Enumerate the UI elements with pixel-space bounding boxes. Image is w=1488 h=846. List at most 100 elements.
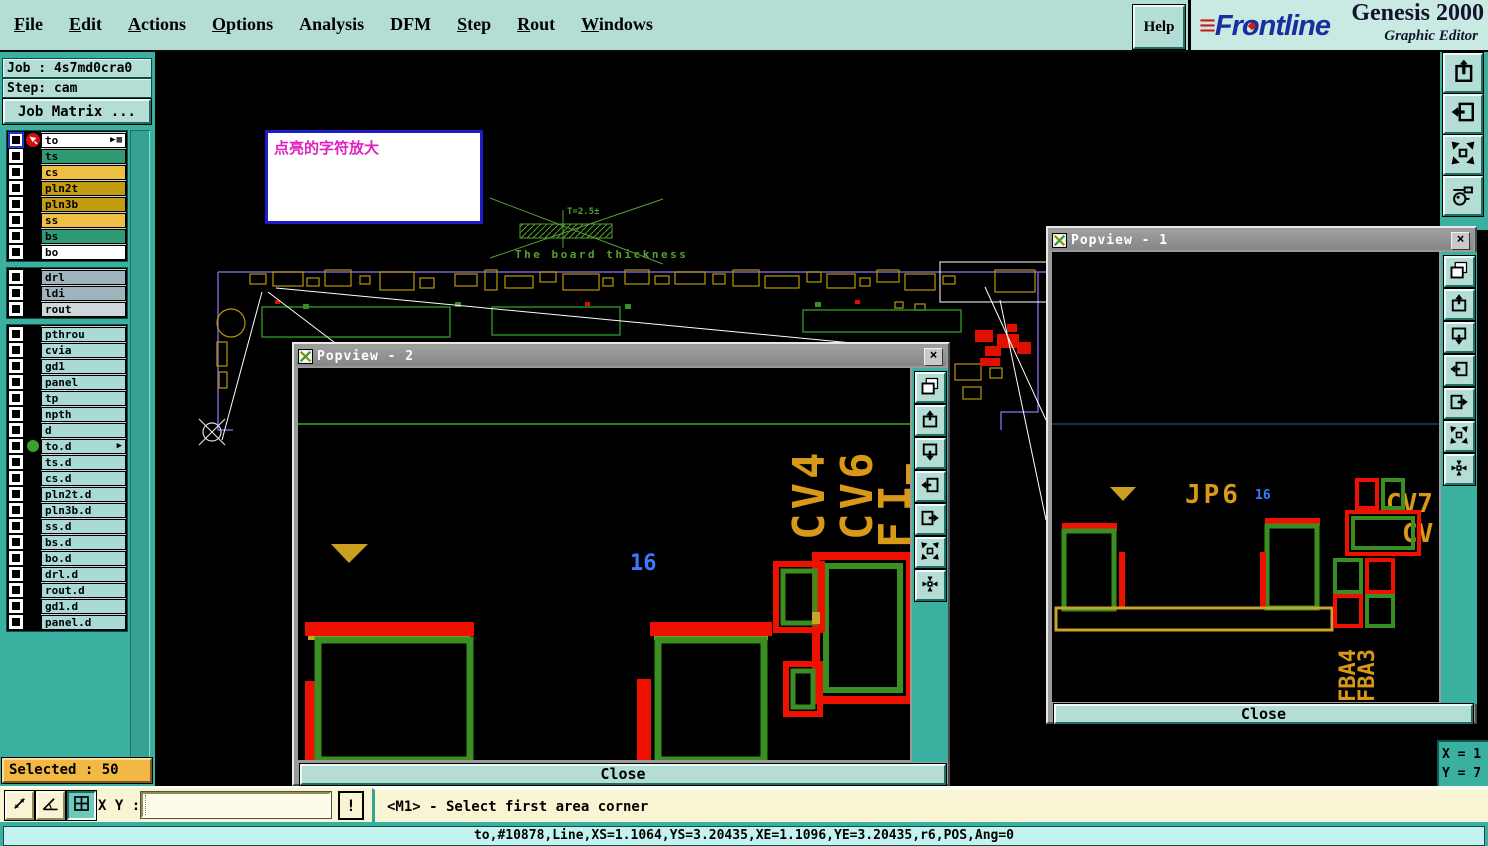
layer-visibility-checkbox[interactable] [9,181,23,195]
close-window-icon[interactable]: × [924,348,943,366]
menu-item-actions[interactable]: Actions [128,14,186,35]
layer-row-pln2t[interactable]: pln2t [8,180,126,196]
layer-visibility-checkbox[interactable] [9,551,23,565]
layer-row-rout[interactable]: rout [8,301,126,317]
layer-visibility-checkbox[interactable] [9,487,23,501]
layer-visibility-checkbox[interactable] [9,165,23,179]
layer-row-ts.d[interactable]: ts.d [8,454,126,470]
pan-up-button[interactable] [914,405,946,436]
menu-item-options[interactable]: Options [212,14,273,35]
layer-row-d[interactable]: d [8,422,126,438]
layer-visibility-checkbox[interactable] [9,455,23,469]
layer-visibility-checkbox[interactable] [9,286,23,300]
menu-item-windows[interactable]: Windows [581,14,653,35]
layer-row-bo.d[interactable]: bo.d [8,550,126,566]
popview-2-titlebar[interactable]: Popview - 2 × [296,346,946,366]
layer-visibility-checkbox[interactable] [9,213,23,227]
popview-1-titlebar[interactable]: Popview - 1 × [1050,230,1473,250]
layer-row-ss.d[interactable]: ss.d [8,518,126,534]
layer-visibility-checkbox[interactable] [9,359,23,373]
expand-button[interactable] [1443,135,1483,175]
pan-up-button[interactable] [1443,289,1475,320]
layer-visibility-checkbox[interactable] [9,407,23,421]
layer-row-bs.d[interactable]: bs.d [8,534,126,550]
job-matrix-button[interactable]: Job Matrix ... [3,99,151,124]
page-up-button[interactable] [1443,53,1483,93]
measure-button[interactable] [5,791,34,820]
menu-item-step[interactable]: Step [457,14,491,35]
layer-row-cs.d[interactable]: cs.d [8,470,126,486]
menu-item-dfm[interactable]: DFM [390,14,431,35]
pan-right-button[interactable] [914,504,946,535]
menu-item-analysis[interactable]: Analysis [299,14,364,35]
layer-visibility-checkbox[interactable] [9,149,23,163]
pan-left-button[interactable] [914,471,946,502]
layer-row-gd1[interactable]: gd1 [8,358,126,374]
menu-item-rout[interactable]: Rout [517,14,555,35]
layer-visibility-checkbox[interactable] [9,133,23,147]
pan-down-button[interactable] [914,438,946,469]
angle-button[interactable] [36,791,65,820]
expand-button[interactable] [1443,421,1475,452]
layer-row-rout.d[interactable]: rout.d [8,582,126,598]
layer-visibility-checkbox[interactable] [9,391,23,405]
popview-1-canvas[interactable]: JP6 16 CV7 CV FBA4 FBA3 [1052,252,1439,702]
layer-row-bo[interactable]: bo [8,244,126,260]
close-window-icon[interactable]: × [1451,232,1470,250]
layer-visibility-checkbox[interactable] [9,245,23,259]
layer-row-pln2t.d[interactable]: pln2t.d [8,486,126,502]
layer-row-pthrou[interactable]: pthrou [8,326,126,342]
layer-row-npth[interactable]: npth [8,406,126,422]
menu-item-edit[interactable]: Edit [69,14,102,35]
center-button[interactable] [914,570,946,601]
layer-visibility-checkbox[interactable] [9,471,23,485]
layer-visibility-checkbox[interactable] [9,197,23,211]
pan-left-button[interactable] [1443,94,1483,134]
layer-row-cvia[interactable]: cvia [8,342,126,358]
layer-row-bs[interactable]: bs [8,228,126,244]
layer-visibility-checkbox[interactable] [9,302,23,316]
layer-row-drl.d[interactable]: drl.d [8,566,126,582]
pan-down-button[interactable] [1443,322,1475,353]
layer-row-to[interactable]: to ▶▦ [8,132,126,148]
tools-button[interactable] [1443,176,1483,216]
layer-row-ts[interactable]: ts [8,148,126,164]
layer-visibility-checkbox[interactable] [9,229,23,243]
expand-button[interactable] [914,537,946,568]
layer-visibility-checkbox[interactable] [9,423,23,437]
window-menu-icon[interactable] [298,348,313,364]
layer-row-pln3b.d[interactable]: pln3b.d [8,502,126,518]
layer-visibility-checkbox[interactable] [9,535,23,549]
layer-visibility-checkbox[interactable] [9,439,23,453]
layer-row-gd1.d[interactable]: gd1.d [8,598,126,614]
menu-item-file[interactable]: File [14,14,43,35]
popview-1-close-button[interactable]: Close [1054,704,1473,724]
layer-visibility-checkbox[interactable] [9,270,23,284]
layer-row-panel.d[interactable]: panel.d [8,614,126,630]
layer-visibility-checkbox[interactable] [9,503,23,517]
layer-visibility-checkbox[interactable] [9,583,23,597]
layer-visibility-checkbox[interactable] [9,375,23,389]
xy-coordinate-input[interactable] [141,792,331,818]
help-menu-item[interactable]: Help [1133,5,1185,49]
pan-right-button[interactable] [1443,388,1475,419]
layer-row-to.d[interactable]: to.d ▶ [8,438,126,454]
layer-row-panel[interactable]: panel [8,374,126,390]
layer-row-cs[interactable]: cs [8,164,126,180]
layer-visibility-checkbox[interactable] [9,567,23,581]
layer-row-ldi[interactable]: ldi [8,285,126,301]
popview-2-close-button[interactable]: Close [300,764,946,785]
window-menu-icon[interactable] [1052,232,1067,248]
window-copy-button[interactable] [1443,256,1475,287]
layer-row-pln3b[interactable]: pln3b [8,196,126,212]
grid-button[interactable] [67,791,96,820]
layer-visibility-checkbox[interactable] [9,327,23,341]
layer-visibility-checkbox[interactable] [9,519,23,533]
alert-button[interactable]: ! [338,791,364,820]
layer-row-drl[interactable]: drl [8,269,126,285]
layer-visibility-checkbox[interactable] [9,615,23,629]
layer-visibility-checkbox[interactable] [9,343,23,357]
layer-row-tp[interactable]: tp [8,390,126,406]
popview-2-canvas[interactable]: CV4 CV6 FI F 16 [298,368,910,760]
pan-left-button[interactable] [1443,355,1475,386]
